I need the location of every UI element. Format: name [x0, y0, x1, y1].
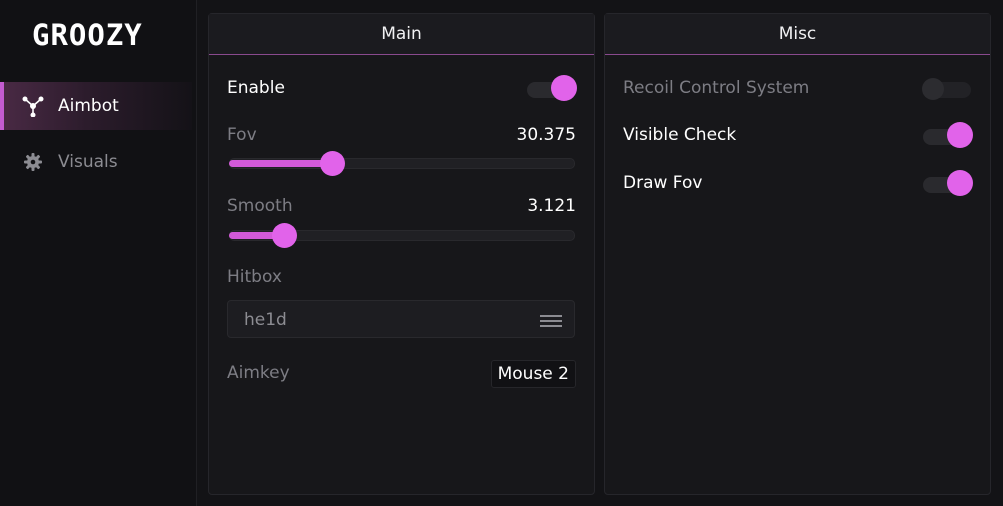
recoil-toggle[interactable]	[922, 78, 971, 100]
enable-toggle[interactable]	[527, 75, 577, 101]
crosshair-nodes-icon	[22, 95, 44, 117]
misc-panel: Misc Recoil Control System Visible Check…	[604, 13, 991, 495]
enable-label: Enable	[227, 78, 285, 98]
toggle-knob	[922, 78, 944, 100]
sidebar-item-visuals[interactable]: Visuals	[0, 138, 192, 186]
sidebar-item-label: Aimbot	[58, 96, 119, 116]
sidebar-item-label: Visuals	[58, 152, 118, 172]
recoil-label: Recoil Control System	[623, 78, 810, 98]
slider-thumb[interactable]	[271, 223, 297, 248]
toggle-knob	[947, 122, 973, 148]
misc-panel-title: Misc	[605, 14, 990, 55]
aimkey-label: Aimkey	[227, 363, 290, 383]
fov-slider[interactable]	[229, 151, 575, 176]
main-panel-title: Main	[209, 14, 594, 55]
smooth-slider[interactable]	[229, 223, 575, 248]
hamburger-menu-icon	[540, 313, 562, 327]
slider-fill	[229, 160, 333, 167]
draw-fov-label: Draw Fov	[623, 173, 703, 193]
smooth-label: Smooth	[227, 196, 293, 216]
fov-label: Fov	[227, 125, 257, 145]
aimkey-button[interactable]: Mouse 2	[490, 360, 576, 388]
toggle-knob	[551, 75, 577, 101]
toggle-knob	[947, 170, 973, 196]
hitbox-selected-value: he1d	[244, 310, 287, 330]
sidebar-item-aimbot[interactable]: Aimbot	[0, 82, 192, 130]
main-panel: Main Enable Fov 30.375 Smooth 3.121 Hitb…	[208, 13, 595, 495]
draw-fov-toggle[interactable]	[923, 170, 973, 196]
hitbox-select[interactable]: he1d	[227, 300, 575, 338]
sidebar: GROOZY Aimbot Visuals	[0, 0, 197, 506]
smooth-value: 3.121	[527, 196, 576, 216]
visible-check-label: Visible Check	[623, 125, 737, 145]
app-logo: GROOZY	[32, 18, 143, 52]
gear-icon	[22, 151, 44, 173]
fov-value: 30.375	[516, 125, 576, 145]
slider-thumb[interactable]	[320, 151, 346, 176]
hitbox-label: Hitbox	[227, 267, 282, 287]
visible-check-toggle[interactable]	[923, 122, 973, 148]
